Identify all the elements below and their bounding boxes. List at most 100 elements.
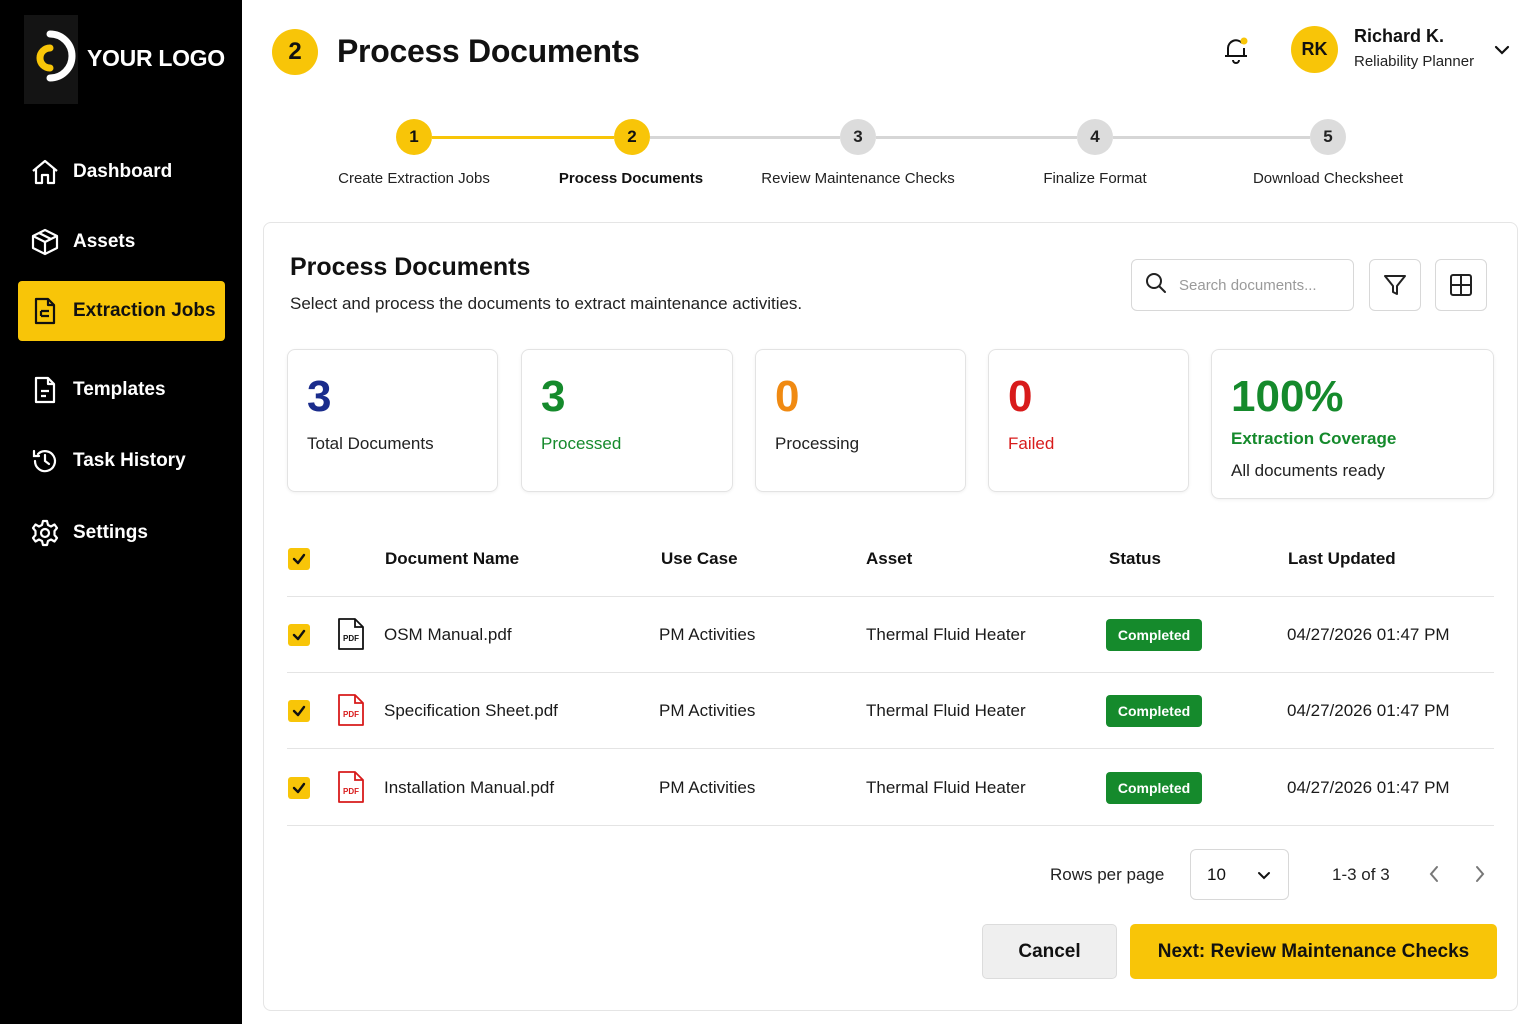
check-icon bbox=[292, 705, 306, 717]
stat-label: Processing bbox=[775, 434, 860, 453]
process-documents-card bbox=[263, 222, 1518, 1011]
sidebar-item-label: Dashboard bbox=[73, 161, 173, 182]
search-box[interactable] bbox=[1131, 259, 1354, 311]
sidebar: YOUR LOGO Dashboard Assets Extraction Jo… bbox=[0, 0, 242, 1024]
logo-text: YOUR LOGO bbox=[87, 45, 225, 71]
column-header-use-case[interactable]: Use Case bbox=[661, 549, 738, 569]
box-icon bbox=[30, 227, 60, 257]
sidebar-item-task-history[interactable]: Task History bbox=[18, 431, 225, 491]
user-name: Richard K. bbox=[1354, 26, 1445, 46]
column-header-last-updated[interactable]: Last Updated bbox=[1288, 549, 1396, 569]
step-3-circle[interactable]: 3 bbox=[840, 119, 876, 155]
select-all-checkbox[interactable] bbox=[288, 548, 310, 570]
column-header-document-name[interactable]: Document Name bbox=[385, 549, 519, 569]
page-title: Process Documents bbox=[337, 33, 640, 69]
document-name[interactable]: Specification Sheet.pdf bbox=[384, 701, 558, 721]
last-updated: 04/27/2026 01:47 PM bbox=[1287, 701, 1450, 720]
step-4-circle[interactable]: 4 bbox=[1077, 119, 1113, 155]
pdf-icon: PDF bbox=[338, 694, 364, 726]
chevron-left-icon[interactable] bbox=[1422, 862, 1446, 886]
filter-button[interactable] bbox=[1369, 259, 1421, 311]
status-badge: Completed bbox=[1106, 695, 1202, 727]
search-input[interactable] bbox=[1179, 276, 1339, 294]
user-role: Reliability Planner bbox=[1354, 53, 1475, 70]
sidebar-item-settings[interactable]: Settings bbox=[18, 503, 225, 563]
column-header-status[interactable]: Status bbox=[1109, 549, 1161, 569]
grid-view-button[interactable] bbox=[1435, 259, 1487, 311]
stat-label: Failed bbox=[1008, 434, 1055, 453]
sidebar-item-label: Settings bbox=[73, 522, 148, 543]
step-3-label: Review Maintenance Checks bbox=[761, 170, 955, 187]
sidebar-item-extraction-jobs[interactable]: Extraction Jobs bbox=[18, 281, 225, 341]
table-divider bbox=[287, 596, 1494, 597]
use-case: PM Activities bbox=[659, 625, 756, 644]
next-review-maintenance-checks-button[interactable]: Next: Review Maintenance Checks bbox=[1130, 924, 1497, 979]
stepper-connector bbox=[876, 136, 1077, 139]
stat-processed: 3 Processed bbox=[521, 349, 733, 492]
check-icon bbox=[292, 553, 306, 565]
step-2-circle[interactable]: 2 bbox=[614, 119, 650, 155]
stat-label: Extraction Coverage bbox=[1231, 429, 1397, 448]
document-name[interactable]: Installation Manual.pdf bbox=[384, 778, 554, 798]
column-header-asset[interactable]: Asset bbox=[866, 549, 912, 569]
chevron-right-icon[interactable] bbox=[1468, 862, 1492, 886]
home-icon bbox=[30, 157, 60, 187]
step-1-circle[interactable]: 1 bbox=[396, 119, 432, 155]
notification-bell-icon[interactable] bbox=[1220, 34, 1252, 66]
rows-per-page-select[interactable]: 10 bbox=[1190, 849, 1289, 900]
chevron-down-icon bbox=[1258, 872, 1270, 880]
cancel-button[interactable]: Cancel bbox=[982, 924, 1117, 979]
use-case: PM Activities bbox=[659, 701, 756, 720]
avatar[interactable]: RK bbox=[1291, 26, 1338, 73]
last-updated: 04/27/2026 01:47 PM bbox=[1287, 625, 1450, 644]
check-icon bbox=[292, 782, 306, 794]
status-badge: Completed bbox=[1106, 772, 1202, 804]
stat-value: 0 bbox=[775, 372, 800, 421]
step-1-label: Create Extraction Jobs bbox=[338, 170, 490, 187]
sidebar-item-templates[interactable]: Templates bbox=[18, 360, 225, 420]
row-checkbox[interactable] bbox=[288, 700, 310, 722]
sidebar-item-dashboard[interactable]: Dashboard bbox=[18, 142, 225, 202]
chevron-down-icon[interactable] bbox=[1492, 40, 1512, 60]
table-divider bbox=[287, 748, 1494, 749]
svg-text:PDF: PDF bbox=[343, 787, 359, 796]
filter-icon bbox=[1384, 275, 1406, 295]
row-checkbox[interactable] bbox=[288, 624, 310, 646]
template-icon bbox=[30, 375, 60, 405]
pdf-icon: PDF bbox=[338, 771, 364, 803]
stat-processing: 0 Processing bbox=[755, 349, 966, 492]
sidebar-item-label: Templates bbox=[73, 379, 166, 400]
table-divider bbox=[287, 672, 1494, 673]
stat-value: 3 bbox=[307, 372, 332, 421]
stat-extra: All documents ready bbox=[1231, 461, 1386, 480]
use-case: PM Activities bbox=[659, 778, 756, 797]
page-range: 1-3 of 3 bbox=[1332, 865, 1390, 884]
logo-icon bbox=[36, 30, 76, 82]
grid-icon bbox=[1450, 274, 1472, 296]
stepper-connector bbox=[650, 136, 840, 139]
stat-label: Processed bbox=[541, 434, 622, 453]
stepper-connector bbox=[1113, 136, 1310, 139]
stat-value: 0 bbox=[1008, 372, 1033, 421]
stat-value: 3 bbox=[541, 372, 566, 421]
step-5-label: Download Checksheet bbox=[1252, 170, 1404, 187]
sidebar-item-label: Task History bbox=[73, 450, 186, 471]
asset: Thermal Fluid Heater bbox=[866, 778, 1026, 797]
sidebar-item-label: Extraction Jobs bbox=[73, 300, 216, 321]
asset: Thermal Fluid Heater bbox=[866, 625, 1026, 644]
stat-label: Total Documents bbox=[307, 434, 434, 453]
search-icon bbox=[1145, 272, 1167, 299]
sidebar-item-label: Assets bbox=[73, 231, 136, 252]
status-badge: Completed bbox=[1106, 619, 1202, 651]
pdf-icon: PDF bbox=[338, 618, 364, 650]
card-title: Process Documents bbox=[290, 253, 531, 281]
last-updated: 04/27/2026 01:47 PM bbox=[1287, 778, 1450, 797]
current-step-badge: 2 bbox=[272, 29, 318, 75]
table-divider bbox=[287, 825, 1494, 826]
step-5-circle[interactable]: 5 bbox=[1310, 119, 1346, 155]
stat-total-documents: 3 Total Documents bbox=[287, 349, 498, 492]
sidebar-item-assets[interactable]: Assets bbox=[18, 212, 225, 272]
svg-text:PDF: PDF bbox=[343, 634, 359, 643]
row-checkbox[interactable] bbox=[288, 777, 310, 799]
document-name[interactable]: OSM Manual.pdf bbox=[384, 625, 512, 645]
